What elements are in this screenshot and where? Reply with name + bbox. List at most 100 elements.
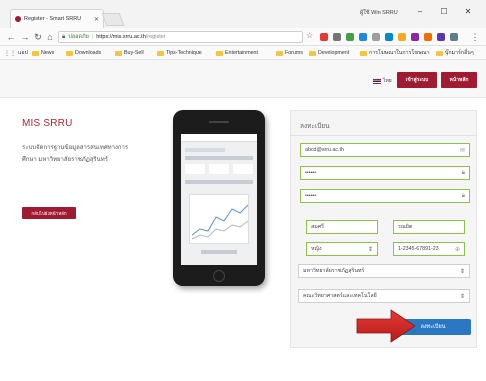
site-description-line1: ระบบจัดการฐานข้อมูลสารสนเทศทางการ: [22, 145, 129, 151]
preview-card: [233, 164, 253, 174]
bookmark-label: News: [41, 50, 55, 56]
url-path: /register: [145, 34, 166, 40]
phone-home-button: [213, 270, 225, 282]
bookmark-label: Tips-Technique: [166, 50, 202, 56]
tab-title: Register - Smart SRRU: [24, 16, 82, 22]
address-bar[interactable]: 🔒︎ ปลอดภัย | https://mis.srru.ac.th/regi…: [58, 31, 303, 43]
email-value: abcd@srru.ac.th: [305, 147, 344, 153]
preview-line: [201, 250, 237, 254]
confirm-password-field[interactable]: •••••• 🔒︎: [300, 189, 470, 203]
bookmark-label: Entertainment: [225, 50, 258, 56]
id-card-field[interactable]: 1-2345-67891-23 ⊕: [393, 242, 465, 256]
id-card-icon: ⊕: [454, 246, 460, 253]
apps-icon: ⋮⋮: [4, 50, 16, 57]
bookmark-apps[interactable]: ⋮⋮ แอป: [4, 48, 28, 58]
reload-icon[interactable]: ↻: [33, 31, 43, 43]
bookmark-label: Development: [318, 50, 350, 56]
extension-opera-icon[interactable]: [320, 33, 328, 41]
preview-line: [185, 148, 225, 152]
form-title: ลงทะเบียน: [300, 123, 330, 130]
faculty-value: คณะวิทยาศาสตร์และเทคโนโลยี: [303, 293, 377, 299]
bookmark-other[interactable]: บุ๊กมาร์กอื่นๆ: [436, 48, 474, 58]
folder-icon: [276, 50, 283, 56]
university-value: มหาวิทยาลัยราชภัฏสุรินทร์: [303, 268, 365, 274]
extension-chrome-icon[interactable]: [346, 33, 354, 41]
profile-name[interactable]: ผู้ใช้ Win SRRU: [360, 9, 398, 17]
extension-pen-icon[interactable]: [411, 33, 419, 41]
thai-flag-icon: [373, 78, 381, 84]
bookmark-label: Downloads: [75, 50, 102, 56]
folder-icon: [66, 50, 73, 56]
preview-line: [185, 156, 253, 160]
phone-speaker: [209, 121, 229, 123]
lock-icon: 🔒︎: [62, 33, 66, 40]
login-button[interactable]: เข้าสู่ระบบ: [397, 72, 437, 88]
url-separator: |: [91, 34, 94, 40]
home-icon[interactable]: ⌂: [45, 31, 55, 43]
password-value: ••••••: [305, 170, 317, 176]
bookmark-label: บุ๊กมาร์กอื่นๆ: [445, 50, 474, 56]
bookmark-label: การโฆษณาในการโฆษณา: [369, 50, 430, 56]
tab-close-icon[interactable]: ✕: [94, 16, 99, 23]
select-arrows-icon: ⇕: [459, 293, 465, 300]
close-window-button[interactable]: ✕: [458, 6, 478, 18]
select-arrows-icon: ⇕: [459, 268, 465, 275]
select-arrows-icon: ⇕: [367, 246, 373, 253]
last-name-field[interactable]: รณยิต: [393, 220, 465, 234]
browser-tab[interactable]: Register - Smart SRRU ✕: [10, 9, 104, 28]
language-label: ไทย: [383, 78, 392, 84]
bookmark-label: Buy-Sell: [124, 50, 144, 56]
preview-card: [185, 164, 205, 174]
bookmark-buy-sell[interactable]: Buy-Sell: [115, 48, 144, 58]
bookmark-label: Forums: [285, 50, 303, 56]
language-switch[interactable]: ไทย: [373, 77, 392, 85]
folder-icon: [360, 50, 367, 56]
extension-circle-icon[interactable]: [437, 33, 445, 41]
browser-menu-icon[interactable]: ⋮: [470, 31, 480, 43]
extension-box-icon[interactable]: [359, 33, 367, 41]
extension-gear-icon[interactable]: [372, 33, 380, 41]
first-name-value: สมศรี: [311, 224, 324, 230]
maximize-button[interactable]: ☐: [434, 6, 454, 18]
gender-value: หญิง: [311, 246, 322, 252]
bookmark-advertising[interactable]: การโฆษณาในการโฆษณา: [360, 48, 430, 58]
faculty-select[interactable]: คณะวิทยาศาสตร์และเทคโนโลยี ⇕: [298, 289, 470, 303]
bookmark-entertainment[interactable]: Entertainment: [216, 48, 258, 58]
password-field[interactable]: •••••• 🔒︎: [300, 166, 470, 180]
bookmark-development[interactable]: Development: [309, 48, 349, 58]
home-button[interactable]: หน้าหลัก: [441, 72, 477, 88]
lock-icon: 🔒︎: [461, 192, 465, 199]
forward-arrow-icon[interactable]: →: [20, 31, 30, 43]
email-field[interactable]: abcd@srru.ac.th ✉: [300, 143, 470, 157]
minimize-button[interactable]: –: [410, 6, 430, 18]
last-name-value: รณยิต: [398, 224, 413, 230]
annotation-arrow-icon: [356, 309, 416, 343]
site-favicon-icon: [15, 16, 21, 22]
preview-card: [209, 164, 229, 174]
preview-line: [185, 180, 253, 184]
bookmark-news[interactable]: News: [32, 48, 54, 58]
first-name-field[interactable]: สมศรี: [306, 220, 378, 234]
url-host: https://mis.srru.ac.th: [96, 34, 146, 40]
extension-shield-icon[interactable]: [333, 33, 341, 41]
form-divider: [290, 135, 477, 136]
bookmark-downloads[interactable]: Downloads: [66, 48, 101, 58]
extension-cloud-icon[interactable]: [385, 33, 393, 41]
folder-icon: [115, 50, 122, 56]
extension-note-icon[interactable]: [398, 33, 406, 41]
bookmark-tips-technique[interactable]: Tips-Technique: [157, 48, 202, 58]
envelope-icon: ✉: [459, 147, 465, 154]
phone-screen-preview: [181, 134, 257, 265]
bookmark-forums[interactable]: Forums: [276, 48, 303, 58]
gender-select[interactable]: หญิง ⇕: [306, 242, 378, 256]
back-to-home-button[interactable]: กลับไปยังหน้าหลัก: [22, 207, 76, 219]
university-select[interactable]: มหาวิทยาลัยราชภัฏสุรินทร์ ⇕: [298, 264, 470, 278]
back-arrow-icon[interactable]: ←: [6, 31, 16, 43]
extension-clip-icon[interactable]: [424, 33, 432, 41]
folder-icon: [436, 50, 443, 56]
bookmark-star-icon[interactable]: ☆: [306, 31, 313, 40]
lock-icon: 🔒︎: [461, 169, 465, 176]
extension-grid-icon[interactable]: [450, 33, 458, 41]
site-description-line2: ศึกษา มหาวิทยาลัยราชภัฏสุรินทร์: [22, 157, 108, 163]
folder-icon: [309, 50, 316, 56]
